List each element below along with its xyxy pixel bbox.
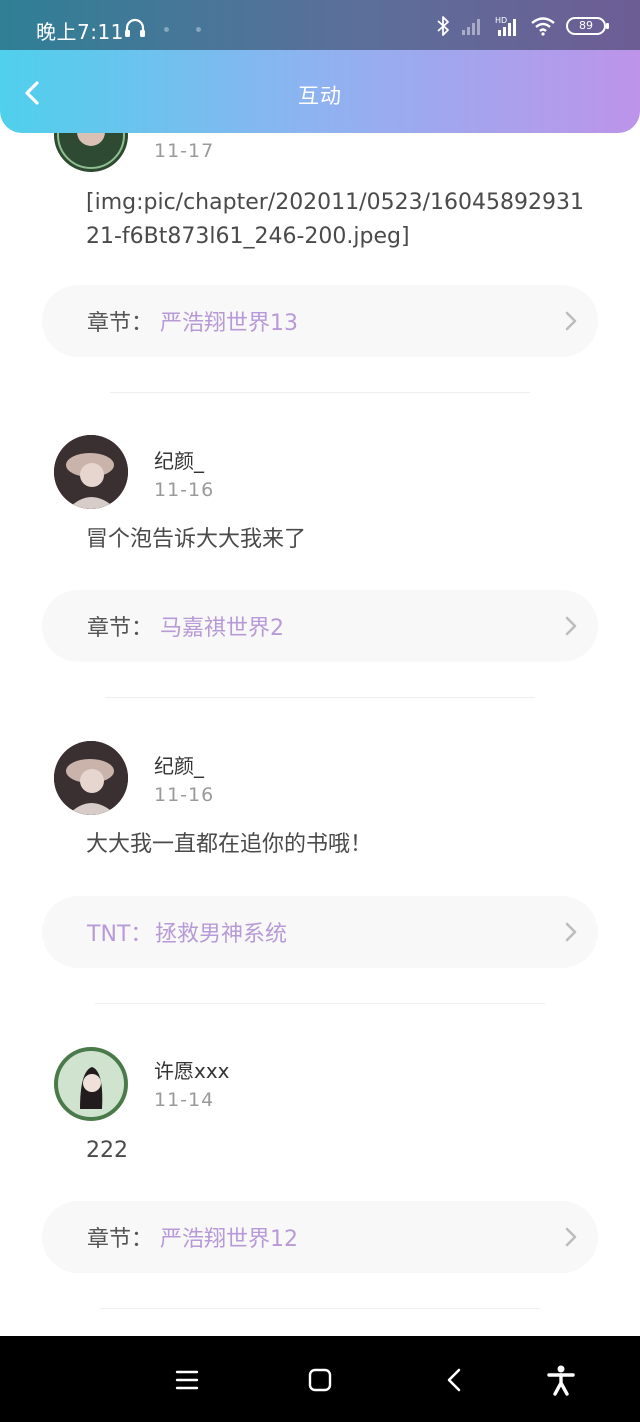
comment-date: 11-16 xyxy=(154,784,215,806)
chapter-link[interactable]: TNT： 拯救男神系统 xyxy=(42,896,598,968)
comment-content: 冒个泡告诉大大我来了 xyxy=(86,527,307,552)
chevron-right-icon xyxy=(565,1227,577,1247)
divider xyxy=(105,697,535,698)
comment-content: 大大我一直都在追你的书哦！ xyxy=(86,832,373,857)
chapter-name: 严浩翔世界12 xyxy=(160,1227,298,1252)
notification-dot xyxy=(196,27,201,32)
username: 纪颜_ xyxy=(154,449,204,473)
status-time: 晚上7:11 xyxy=(36,20,124,44)
system-nav-bar xyxy=(0,1336,640,1422)
chapter-name: 严浩翔世界13 xyxy=(160,311,298,336)
bluetooth-icon xyxy=(437,16,449,36)
comment-content: [img:pic/chapter/202011/0523/16045892931… xyxy=(86,190,584,249)
divider xyxy=(110,392,530,393)
divider xyxy=(100,1308,540,1309)
chapter-label: 章节： xyxy=(87,616,154,641)
status-bar: 晚上7:11 HD 89 xyxy=(0,0,640,50)
chevron-right-icon xyxy=(565,922,577,942)
chapter-link[interactable]: 章节： 马嘉祺世界2 xyxy=(42,590,598,662)
back-icon[interactable] xyxy=(438,1363,472,1397)
chapter-label: 章节： xyxy=(87,1227,154,1252)
signal-icon xyxy=(462,19,480,35)
battery-icon: 89 xyxy=(566,17,609,35)
username: 纪颜_ xyxy=(154,754,204,778)
home-icon[interactable] xyxy=(303,1363,337,1397)
username: 许愿xxx xyxy=(154,1059,230,1083)
avatar[interactable] xyxy=(54,1047,128,1121)
comment-item: 许愿xxx 11-14 222 章节： 严浩翔世界12 xyxy=(0,1005,640,1336)
comment-content: 222 xyxy=(86,1138,128,1163)
chevron-right-icon xyxy=(565,616,577,636)
chapter-name: 马嘉祺世界2 xyxy=(160,616,284,641)
comment-date: 11-17 xyxy=(154,140,215,162)
menu-icon[interactable] xyxy=(170,1363,204,1397)
notification-dot xyxy=(164,27,169,32)
avatar[interactable] xyxy=(54,741,128,815)
wifi-icon xyxy=(531,17,555,36)
comment-item: 纪颜_ 11-16 大大我一直都在追你的书哦！ TNT： 拯救男神系统 xyxy=(0,700,640,1005)
hd-signal-icon: HD xyxy=(495,16,516,36)
app-header: 互动 xyxy=(0,50,640,133)
chapter-label: 章节： xyxy=(87,311,154,336)
avatar[interactable] xyxy=(54,435,128,509)
page-title: 互动 xyxy=(298,84,342,108)
chapter-name: 拯救男神系统 xyxy=(155,922,288,947)
comment-date: 11-16 xyxy=(154,479,215,501)
interaction-feed[interactable]: 11-17 [img:pic/chapter/202011/0523/16045… xyxy=(0,0,640,1336)
chapter-label: TNT： xyxy=(87,922,153,947)
chapter-link[interactable]: 章节： 严浩翔世界12 xyxy=(42,1201,598,1273)
comment-item: 纪颜_ 11-16 冒个泡告诉大大我来了 章节： 马嘉祺世界2 xyxy=(0,395,640,700)
svg-text:HD: HD xyxy=(495,16,507,25)
divider xyxy=(95,1003,545,1004)
accessibility-icon[interactable] xyxy=(544,1363,578,1397)
comment-date: 11-14 xyxy=(154,1089,215,1111)
status-icons: HD 89 xyxy=(436,14,609,38)
chevron-right-icon xyxy=(565,311,577,331)
chapter-link[interactable]: 章节： 严浩翔世界13 xyxy=(42,285,598,357)
headset-icon xyxy=(125,18,145,37)
